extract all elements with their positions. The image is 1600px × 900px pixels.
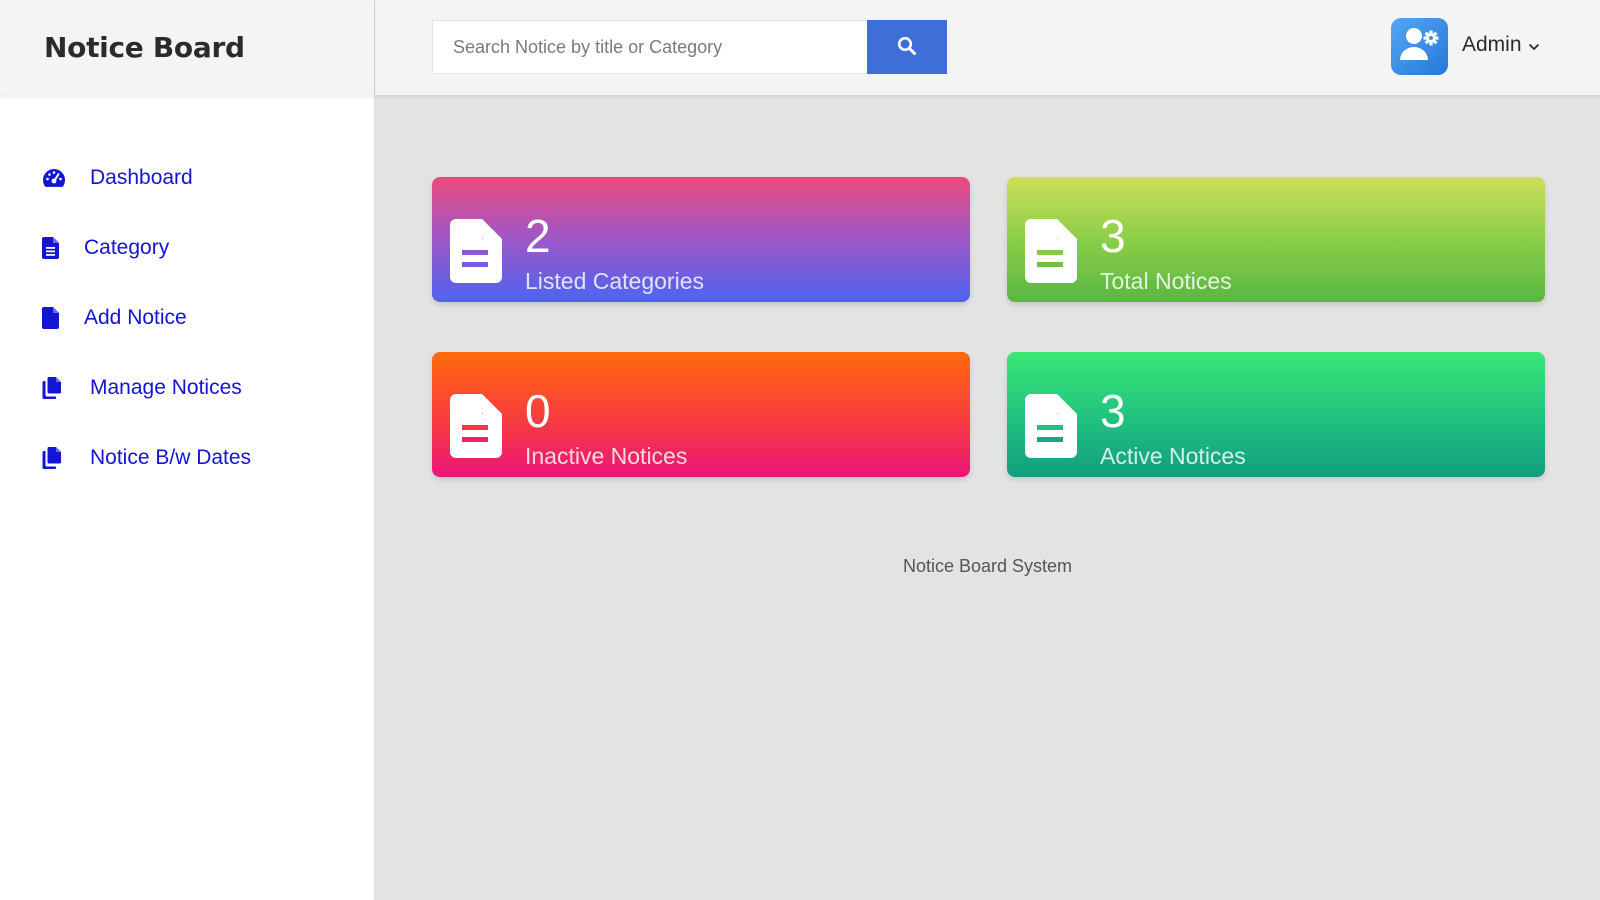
stat-value: 2 [525,210,551,262]
stat-label: Inactive Notices [525,443,688,469]
stat-label: Total Notices [1100,268,1232,294]
user-gear-icon [1399,27,1441,66]
stat-card-inactive-notices[interactable]: 0 Inactive Notices [432,352,970,477]
file-icon [42,306,68,330]
chevron-down-icon [1522,33,1540,57]
brand-header: Notice Board [0,0,374,95]
sidebar: Notice Board Dashboard Category Add Noti… [0,0,375,900]
stat-value: 0 [525,385,551,437]
sidebar-nav: Dashboard Category Add Notice Manage Not… [0,95,374,493]
dashboard-gauge-icon [42,166,68,190]
sidebar-item-label: Notice B/w Dates [90,446,252,469]
sidebar-item-add-notice[interactable]: Add Notice [0,283,374,353]
sidebar-item-label: Category [84,236,170,259]
sidebar-item-label: Dashboard [90,166,193,189]
user-name: Admin [1462,33,1522,56]
sidebar-item-dashboard[interactable]: Dashboard [0,143,374,213]
file-text-icon [1025,394,1077,463]
stat-card-total-notices[interactable]: 3 Total Notices [1007,177,1545,302]
search-icon [897,36,917,59]
file-text-icon [450,219,502,288]
sidebar-item-label: Manage Notices [90,376,242,399]
search-input[interactable] [432,20,867,74]
sidebar-item-category[interactable]: Category [0,213,374,283]
sidebar-item-manage-notices[interactable]: Manage Notices [0,353,374,423]
stat-label: Listed Categories [525,268,704,294]
stat-value: 3 [1100,210,1126,262]
file-text-icon [1025,219,1077,288]
file-text-icon [450,394,502,463]
sidebar-item-notice-bw-dates[interactable]: Notice B/w Dates [0,423,374,493]
file-text-icon [42,236,68,260]
user-menu[interactable]: Admin [1462,33,1540,57]
top-bar: Admin [375,0,1600,95]
copy-files-icon [42,376,68,400]
brand-title: Notice Board [44,31,245,64]
stat-card-listed-categories[interactable]: 2 Listed Categories [432,177,970,302]
footer-text: Notice Board System [902,556,1073,576]
stat-value: 3 [1100,385,1126,437]
stat-label: Active Notices [1100,443,1246,469]
search-button[interactable] [867,20,947,74]
sidebar-item-label: Add Notice [84,306,187,329]
avatar[interactable] [1391,18,1448,75]
copy-files-icon [42,446,68,470]
stat-card-active-notices[interactable]: 3 Active Notices [1007,352,1545,477]
